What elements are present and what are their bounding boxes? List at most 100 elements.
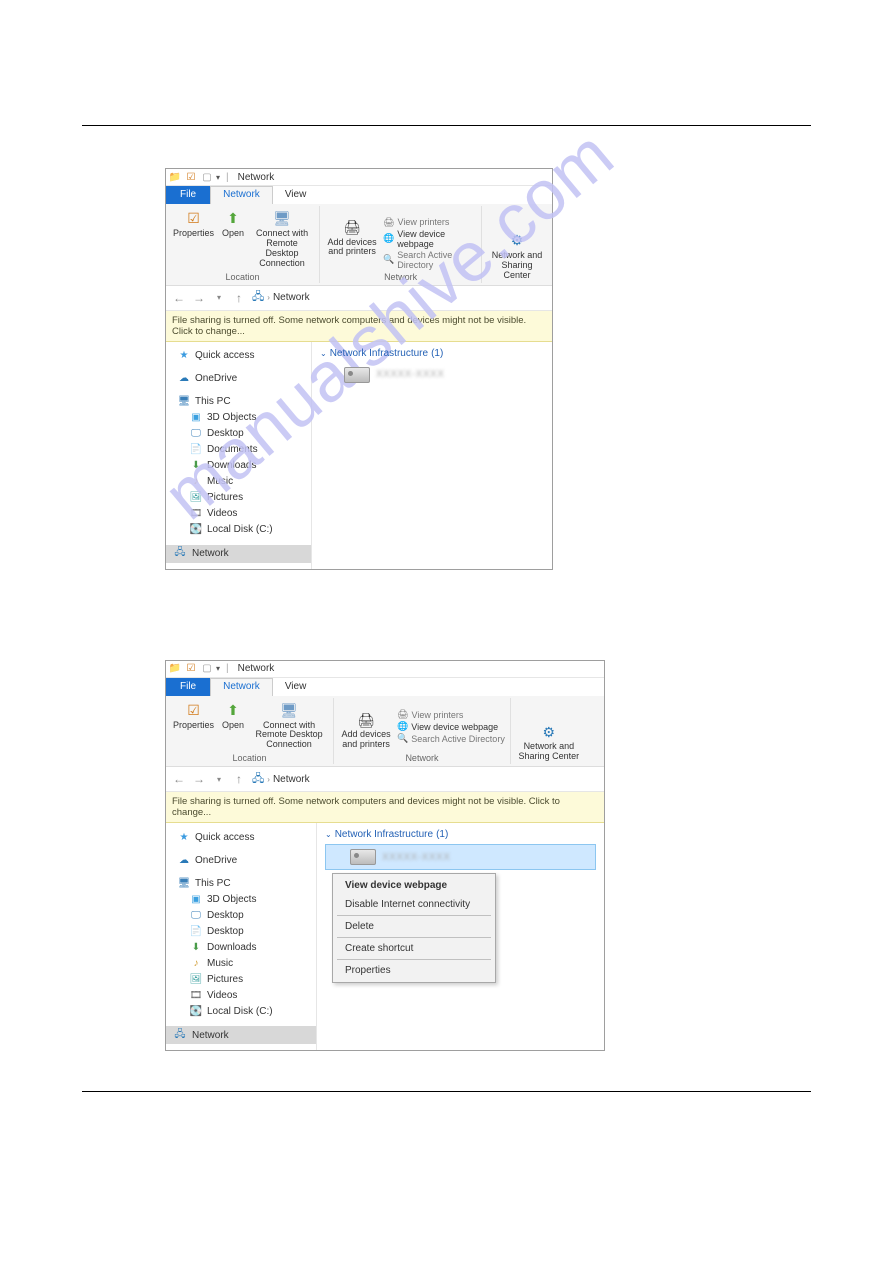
ribbon-group-location: ☑ Properties ⬆ Open 🖥 Connect with Remot… <box>166 698 334 765</box>
sidebar-item-this-pc[interactable]: 🖥This PC <box>166 875 316 891</box>
info-bar[interactable]: File sharing is turned off. Some network… <box>166 792 604 823</box>
sidebar-item-downloads[interactable]: ⬇Downloads <box>166 939 316 955</box>
file-explorer-window-2: 📁 ☑ ▢ ▾ | Network File Network View ☑ Pr… <box>165 660 605 1052</box>
properties-button[interactable]: ☑ Properties <box>169 700 218 732</box>
sidebar-item-label: Downloads <box>207 942 256 953</box>
menu-item-properties[interactable]: Properties <box>335 961 493 980</box>
up-button[interactable]: ↑ <box>232 291 246 305</box>
back-button[interactable]: ← <box>172 291 186 305</box>
sidebar-item-3d-objects[interactable]: ▣3D Objects <box>166 891 316 907</box>
open-button[interactable]: ⬆ Open <box>218 700 248 732</box>
search-ad-button[interactable]: 🔍Search Active Directory <box>381 250 478 270</box>
qat-dropdown-icon[interactable]: ▾ <box>213 173 223 182</box>
sidebar-item-pictures[interactable]: 🖼Pictures <box>166 490 311 506</box>
sidebar-item-documents[interactable]: 📄Documents <box>166 442 311 458</box>
breadcrumb-chevron: › <box>267 775 270 784</box>
up-button[interactable]: ↑ <box>232 772 246 786</box>
sidebar-item-onedrive[interactable]: ☁OneDrive <box>166 371 311 387</box>
add-devices-button[interactable]: 🖨 Add devices and printers <box>323 217 381 259</box>
horizontal-rule <box>82 125 811 126</box>
remote-desktop-button[interactable]: 🖥 Connect with Remote Desktop Connection <box>248 208 316 270</box>
tab-view[interactable]: View <box>273 678 319 696</box>
navigation-pane: ★Quick access ☁OneDrive 🖥This PC ▣3D Obj… <box>166 342 312 569</box>
breadcrumb[interactable]: 🖧 › Network <box>252 770 310 789</box>
properties-button[interactable]: ☑ Properties <box>169 208 218 240</box>
menu-item-delete[interactable]: Delete <box>335 917 493 936</box>
info-bar[interactable]: File sharing is turned off. Some network… <box>166 311 552 342</box>
tab-network[interactable]: Network <box>210 678 273 696</box>
add-devices-label: Add devices and printers <box>327 238 377 258</box>
forward-button[interactable]: → <box>192 291 206 305</box>
sidebar-item-documents[interactable]: 📄Desktop <box>166 923 316 939</box>
sidebar-item-onedrive[interactable]: ☁OneDrive <box>166 852 316 868</box>
view-device-webpage-button[interactable]: 🌐View device webpage <box>381 229 478 249</box>
search-ad-button[interactable]: 🔍Search Active Directory <box>395 733 507 744</box>
sidebar-item-pictures[interactable]: 🖼Pictures <box>166 971 316 987</box>
remote-desktop-button[interactable]: 🖥 Connect with Remote Desktop Connection <box>248 700 330 752</box>
forward-button[interactable]: → <box>192 772 206 786</box>
breadcrumb[interactable]: 🖧 › Network <box>252 288 310 307</box>
sidebar-item-quick-access[interactable]: ★Quick access <box>166 829 316 845</box>
sidebar-item-label: Downloads <box>207 460 256 471</box>
chevron-down-icon: ⌄ <box>320 349 327 358</box>
properties-qat-icon[interactable]: ☑ <box>185 171 197 183</box>
view-device-webpage-label: View device webpage <box>397 229 476 249</box>
sidebar-item-quick-access[interactable]: ★Quick access <box>166 348 311 364</box>
back-button[interactable]: ← <box>172 772 186 786</box>
sidebar-item-desktop[interactable]: 🖵 Desktop <box>166 907 316 923</box>
category-header-network-infrastructure[interactable]: ⌄ Network Infrastructure (1) <box>312 346 552 361</box>
network-device-item-selected[interactable]: XXXXX-XXXX <box>325 844 596 870</box>
webpage-icon: 🌐 <box>383 233 394 244</box>
properties-qat-icon[interactable]: ☑ <box>185 663 197 675</box>
tab-network[interactable]: Network <box>210 186 273 204</box>
star-icon: ★ <box>178 831 190 843</box>
nav-bar: ← → ▾ ↑ 🖧 › Network <box>166 286 552 311</box>
sidebar-item-videos[interactable]: 🎞Videos <box>166 506 311 522</box>
sidebar-item-network[interactable]: 🖧Network <box>166 1026 316 1044</box>
menu-separator <box>337 937 491 938</box>
menu-item-create-shortcut[interactable]: Create shortcut <box>335 939 493 958</box>
sidebar-item-local-disk[interactable]: 💽Local Disk (C:) <box>166 1003 316 1019</box>
sidebar-item-videos[interactable]: 🎞Videos <box>166 987 316 1003</box>
folder-icon: 📁 <box>169 663 181 675</box>
sidebar-item-3d-objects[interactable]: ▣3D Objects <box>166 410 311 426</box>
sidebar-item-label: Pictures <box>207 974 243 985</box>
view-printers-button[interactable]: 🖨View printers <box>381 217 478 228</box>
sidebar-item-label: Desktop <box>207 910 244 921</box>
network-device-item[interactable]: XXXXX-XXXX <box>320 363 544 387</box>
sidebar-item-music[interactable]: ♪Music <box>166 474 311 490</box>
qat-dropdown-icon[interactable]: ▾ <box>213 664 223 673</box>
category-label: Network Infrastructure <box>335 829 433 840</box>
view-device-webpage-button[interactable]: 🌐View device webpage <box>395 721 507 732</box>
sidebar-item-network[interactable]: 🖧Network <box>166 545 311 563</box>
3d-objects-icon: ▣ <box>190 412 202 424</box>
add-devices-button[interactable]: 🖨 Add devices and printers <box>337 709 395 751</box>
sharing-center-button[interactable]: ⚙ Network and Sharing Center <box>485 230 549 282</box>
sharing-center-label: Network and Sharing Center <box>518 742 580 762</box>
network-icon: 🖧 <box>252 770 264 789</box>
sidebar-item-downloads[interactable]: ⬇Downloads <box>166 458 311 474</box>
sharing-center-button[interactable]: ⚙ Network and Sharing Center <box>514 721 584 763</box>
desktop-icon: 🖵 <box>190 909 202 921</box>
menu-item-view-device-webpage[interactable]: View device webpage <box>335 876 493 895</box>
tab-file[interactable]: File <box>166 678 210 696</box>
ribbon-group-network: 🖨 Add devices and printers 🖨View printer… <box>320 206 482 283</box>
open-button[interactable]: ⬆ Open <box>218 208 248 240</box>
menu-item-disable-internet[interactable]: Disable Internet connectivity <box>335 895 493 914</box>
tab-view[interactable]: View <box>273 186 319 204</box>
title-bar[interactable]: 📁 ☑ ▢ ▾ | Network <box>166 661 604 678</box>
view-printers-button[interactable]: 🖨View printers <box>395 709 507 720</box>
recent-dropdown-icon[interactable]: ▾ <box>212 293 226 302</box>
network-icon: 🖧 <box>252 288 264 307</box>
sidebar-item-music[interactable]: ♪Music <box>166 955 316 971</box>
sidebar-item-this-pc[interactable]: 🖥This PC <box>166 394 311 410</box>
sidebar-item-local-disk[interactable]: 💽Local Disk (C:) <box>166 522 311 538</box>
tab-file[interactable]: File <box>166 186 210 204</box>
ribbon-group-network: 🖨 Add devices and printers 🖨View printer… <box>334 698 511 765</box>
recent-dropdown-icon[interactable]: ▾ <box>212 775 226 784</box>
sidebar-item-desktop[interactable]: 🖵Desktop <box>166 426 311 442</box>
router-icon <box>350 849 376 865</box>
category-header-network-infrastructure[interactable]: ⌄ Network Infrastructure (1) <box>317 827 604 842</box>
printer-icon: 🖨 <box>355 710 377 730</box>
title-bar[interactable]: 📁 ☑ ▢ ▾ | Network <box>166 169 552 186</box>
